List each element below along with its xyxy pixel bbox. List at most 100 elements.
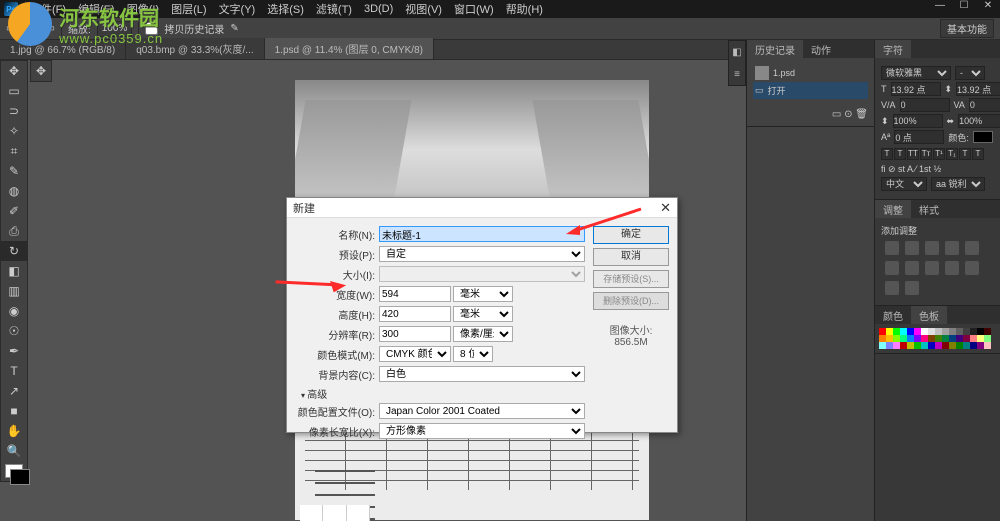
actions-tab[interactable]: 动作 [803,40,839,58]
swatch-cell[interactable] [914,342,921,349]
zoom-tool[interactable]: 🔍 [1,441,27,461]
tab-3[interactable]: 1.psd @ 11.4% (图层 0, CMYK/8) [265,38,434,59]
color-tab[interactable]: 颜色 [875,306,911,324]
adj-hue-icon[interactable] [885,261,899,275]
advanced-toggle[interactable]: 高级 [301,386,585,401]
adj-levels-icon[interactable] [905,241,919,255]
swatch-cell[interactable] [935,342,942,349]
resolution-input[interactable] [379,326,451,342]
adj-brightness-icon[interactable] [885,241,899,255]
swatch-cell[interactable] [942,335,949,342]
bit-depth-select[interactable]: 8 位 [453,346,493,362]
leading-input[interactable] [956,82,1000,96]
swatch-cell[interactable] [879,335,886,342]
tracking-input[interactable] [969,98,1000,112]
adj-exposure-icon[interactable] [945,241,959,255]
baseline-input[interactable] [894,130,944,144]
super-button[interactable]: T¹ [933,148,945,160]
lang-select[interactable]: 中文 [881,177,927,191]
bg-select[interactable]: 白色 [379,366,585,382]
blur-tool[interactable]: ◉ [1,301,27,321]
swatches-tab[interactable]: 色板 [911,306,947,324]
styles-tab[interactable]: 样式 [911,200,947,218]
shape-tool[interactable]: ■ [1,401,27,421]
status-icon-3[interactable] [347,505,370,521]
swatch-cell[interactable] [928,328,935,335]
eyedropper-tool[interactable]: ✎ [1,161,27,181]
swatch-cell[interactable] [984,335,991,342]
profile-select[interactable]: Japan Color 2001 Coated [379,403,585,419]
font-size-input[interactable] [891,82,941,96]
adj-bw-icon[interactable] [905,261,919,275]
swatch-cell[interactable] [928,335,935,342]
swatch-cell[interactable] [984,342,991,349]
menu-3d[interactable]: 3D(D) [358,3,399,15]
pen-tool[interactable]: ✒ [1,341,27,361]
swatch-cell[interactable] [914,335,921,342]
swatch-cell[interactable] [907,328,914,335]
maximize-button[interactable]: ☐ [952,0,976,18]
strike-button[interactable]: T [972,148,984,160]
type-tool[interactable]: T [1,361,27,381]
character-tab[interactable]: 字符 [875,40,911,58]
swatch-cell[interactable] [914,328,921,335]
height-unit-select[interactable]: 毫米 [453,306,513,322]
font-style-select[interactable]: - [955,66,985,80]
dodge-tool[interactable]: ☉ [1,321,27,341]
status-icon-1[interactable] [300,505,323,521]
swatch-cell[interactable] [935,335,942,342]
swatch-cell[interactable] [963,328,970,335]
adj-photo-icon[interactable] [925,261,939,275]
lasso-tool[interactable]: ⊃ [1,101,27,121]
minimize-button[interactable]: — [928,0,952,18]
swatch-cell[interactable] [956,328,963,335]
dialog-close-icon[interactable]: ✕ [660,200,671,216]
hand-tool[interactable]: ✋ [1,421,27,441]
smallcaps-button[interactable]: Tт [920,148,932,160]
swatch-cell[interactable] [907,335,914,342]
swatch-cell[interactable] [921,335,928,342]
swatch-cell[interactable] [963,342,970,349]
italic-button[interactable]: T [894,148,906,160]
crop-tool[interactable]: ⌗ [1,141,27,161]
collapsed-panel-icon[interactable]: ◧ [729,41,745,63]
swatch-cell[interactable] [942,342,949,349]
antialias-select[interactable]: aa 锐利 [931,177,985,191]
swatch-cell[interactable] [893,335,900,342]
swatch-cell[interactable] [886,342,893,349]
width-input[interactable] [379,286,451,302]
brush-tool[interactable]: ✐ [1,201,27,221]
swatch-cell[interactable] [886,328,893,335]
history-tab[interactable]: 历史记录 [747,40,803,58]
swatch-cell[interactable] [956,335,963,342]
history-brush-icon[interactable]: ✎ [230,23,238,34]
history-step-open[interactable]: ▭打开 [753,82,868,99]
font-family-select[interactable]: 微软雅黑 [881,66,951,80]
adj-invert-icon[interactable] [885,281,899,295]
swatch-cell[interactable] [970,328,977,335]
swatch-cell[interactable] [879,328,886,335]
swatch-cell[interactable] [977,335,984,342]
swatch-cell[interactable] [893,342,900,349]
swatch-cell[interactable] [970,335,977,342]
adj-poster-icon[interactable] [905,281,919,295]
vscale-input[interactable] [893,114,943,128]
swatch-cell[interactable] [984,328,991,335]
swatch-cell[interactable] [949,335,956,342]
swatch-cell[interactable] [886,335,893,342]
swatch-cell[interactable] [970,342,977,349]
ok-button[interactable]: 确定 [593,226,669,244]
move-tool-2[interactable]: ✥ [31,61,51,81]
menu-type[interactable]: 文字(Y) [213,1,262,17]
name-input[interactable] [379,226,585,242]
swatch-cell[interactable] [963,335,970,342]
char-color-swatch[interactable] [973,131,993,143]
adjustments-tab[interactable]: 调整 [875,200,911,218]
menu-help[interactable]: 帮助(H) [500,1,549,17]
history-doc-item[interactable]: 1.psd [753,64,868,82]
swatch-cell[interactable] [900,342,907,349]
color-swatch[interactable] [5,464,23,478]
save-preset-button[interactable]: 存储预设(S)... [593,270,669,288]
marquee-tool[interactable]: ▭ [1,81,27,101]
underline-button[interactable]: T [959,148,971,160]
